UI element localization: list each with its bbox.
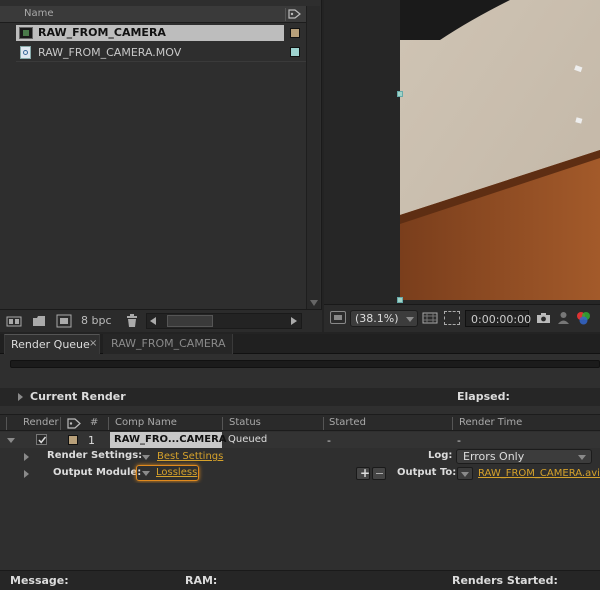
current-render-label: Current Render	[30, 390, 126, 403]
always-preview-icon[interactable]	[330, 311, 346, 324]
message-label: Message:	[10, 574, 69, 587]
close-icon[interactable]: ×	[89, 338, 97, 349]
scroll-left-arrow[interactable]	[150, 317, 156, 325]
log-dropdown[interactable]: Errors Only	[456, 449, 592, 464]
camera-snapshot-icon[interactable]	[536, 312, 551, 324]
ram-label: RAM:	[185, 574, 218, 587]
render-settings-label: Render Settings:	[47, 450, 143, 461]
project-list-header: Name	[0, 6, 306, 23]
render-item-row[interactable]: 1 RAW_FRO...CAMERA Queued - -	[0, 432, 600, 448]
chevron-down-icon	[406, 317, 414, 322]
label-color-chip[interactable]	[290, 47, 300, 57]
elapsed-label: Elapsed:	[457, 390, 510, 403]
output-module-link[interactable]: Lossless	[156, 467, 197, 478]
scroll-thumb[interactable]	[167, 315, 213, 327]
number-column-header[interactable]: #	[90, 417, 98, 428]
current-render-bar: Current Render Elapsed:	[0, 388, 600, 406]
label-color-chip[interactable]	[290, 28, 300, 38]
label-color-chip[interactable]	[68, 435, 78, 445]
status-column-header[interactable]: Status	[229, 417, 261, 428]
comp-name-cell[interactable]: RAW_FRO...CAMERA	[110, 432, 227, 448]
add-output-module-button[interactable]: +	[356, 466, 370, 480]
output-module-label: Output Module:	[53, 467, 142, 478]
project-panel: Name Ty RAW_FROM_CAMERA RAW_FROM_CAMERA.…	[0, 0, 322, 332]
grid-icon[interactable]	[422, 311, 438, 325]
remove-output-module-button[interactable]	[372, 467, 386, 480]
label-tag-icon[interactable]	[285, 8, 301, 21]
project-item-comp[interactable]: RAW_FROM_CAMERA	[16, 25, 284, 41]
channel-rgb-icon[interactable]	[576, 311, 592, 325]
zoom-value: (38.1%)	[355, 312, 399, 325]
render-settings-link[interactable]: Best Settings	[157, 451, 223, 462]
chevron-down-icon	[578, 455, 586, 460]
current-time-display[interactable]: 0:00:00:00	[465, 310, 532, 327]
output-module-dropdown-icon[interactable]	[142, 471, 150, 476]
tab-label: Render Queue	[11, 338, 90, 351]
project-item-footage[interactable]: RAW_FROM_CAMERA.MOV	[16, 44, 284, 60]
status-value: Queued	[228, 434, 268, 445]
render-progress-bar	[10, 360, 600, 368]
chevron-down-icon	[461, 472, 469, 477]
render-time-column-header[interactable]: Render Time	[459, 417, 522, 428]
bit-depth-button[interactable]: 8 bpc	[81, 314, 112, 327]
show-snapshot-icon[interactable]	[557, 311, 570, 325]
composition-icon	[19, 27, 33, 39]
tab-label: RAW_FROM_CAMERA	[111, 337, 226, 350]
scroll-right-arrow[interactable]	[291, 317, 297, 325]
disclosure-triangle-icon[interactable]	[18, 393, 23, 401]
render-queue-footer: Message: RAM: Renders Started:	[0, 570, 600, 590]
trash-icon[interactable]	[126, 314, 138, 328]
label-tag-icon[interactable]	[66, 417, 82, 430]
composition-viewer[interactable]: (38.1%) 0:00:00:00	[324, 0, 600, 332]
render-queue-panel: Current Render Elapsed: Render # Comp Na…	[0, 354, 600, 590]
output-to-label: Output To:	[397, 467, 457, 478]
comp-name-column-header[interactable]: Comp Name	[115, 417, 177, 428]
item-number: 1	[88, 434, 95, 447]
renders-started-label: Renders Started:	[452, 574, 558, 587]
scroll-down-arrow[interactable]	[310, 300, 318, 306]
output-module-row: Output Module: Lossless + Output To: RAW…	[0, 465, 600, 482]
render-queue-empty-area	[0, 483, 600, 568]
project-item-name: RAW_FROM_CAMERA	[38, 26, 166, 39]
interpret-footage-icon[interactable]	[6, 315, 22, 327]
footage-icon	[20, 46, 31, 59]
disclosure-triangle-icon[interactable]	[24, 453, 29, 461]
render-queue-tabbar: Render Queue × RAW_FROM_CAMERA	[0, 334, 600, 354]
output-module-highlight[interactable]: Lossless	[136, 465, 199, 481]
composition-frame[interactable]	[400, 0, 600, 300]
render-settings-row: Render Settings: Best Settings Log: Erro…	[0, 449, 600, 465]
project-footer: 8 bpc	[0, 309, 322, 332]
log-value: Errors Only	[463, 450, 525, 463]
row-divider	[16, 61, 306, 62]
horizontal-scrollbar[interactable]	[146, 313, 302, 329]
started-value: -	[327, 434, 331, 447]
layer-handle[interactable]	[397, 297, 403, 303]
output-file-link[interactable]: RAW_FROM_CAMERA.avi	[478, 468, 600, 479]
comp-name-value: RAW_FRO...CAMERA	[114, 434, 227, 445]
layer-handle[interactable]	[397, 91, 403, 97]
render-queue-column-header: Render # Comp Name Status Started Render…	[0, 414, 600, 431]
new-folder-icon[interactable]	[32, 315, 46, 327]
expand-triangle-icon[interactable]	[7, 438, 15, 443]
render-checkbox[interactable]	[36, 434, 47, 445]
viewer-footer: (38.1%) 0:00:00:00	[324, 304, 600, 332]
output-to-dropdown[interactable]	[457, 467, 473, 480]
log-label: Log:	[428, 450, 453, 461]
region-of-interest-icon[interactable]	[444, 311, 460, 325]
new-composition-icon[interactable]	[56, 314, 72, 328]
timecode-value: 0:00:00:00	[471, 313, 532, 326]
project-scrollbar[interactable]	[306, 6, 320, 309]
magnification-dropdown[interactable]: (38.1%)	[350, 310, 418, 327]
render-settings-dropdown-icon[interactable]	[142, 455, 150, 460]
tab-comp-timeline[interactable]: RAW_FROM_CAMERA	[103, 334, 233, 354]
started-column-header[interactable]: Started	[329, 417, 366, 428]
footage-image	[400, 0, 600, 300]
render-column-header[interactable]: Render	[23, 417, 59, 428]
disclosure-triangle-icon[interactable]	[24, 470, 29, 478]
render-time-value: -	[457, 434, 461, 447]
tab-render-queue[interactable]: Render Queue ×	[4, 334, 100, 354]
project-item-name: RAW_FROM_CAMERA.MOV	[38, 46, 182, 59]
name-column-header[interactable]: Name	[24, 8, 54, 19]
